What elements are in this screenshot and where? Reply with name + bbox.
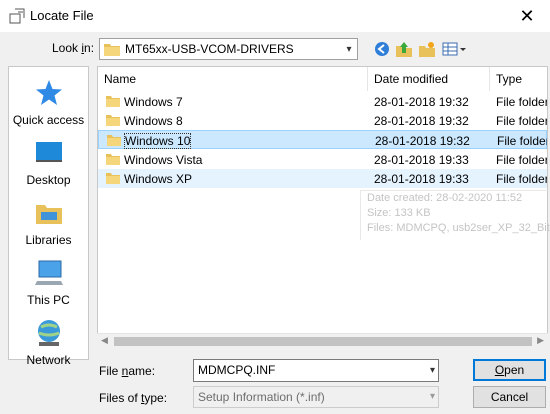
column-header-date[interactable]: Date modified [368, 67, 490, 91]
scrollbar-thumb[interactable] [114, 337, 532, 346]
place-libraries[interactable]: Libraries [9, 197, 88, 247]
file-row-windows-10[interactable]: Windows 10 28-01-2018 19:32 File folder [98, 130, 547, 149]
tooltip-files: Files: MDMCPQ, usb2ser_XP_32_Bit... [367, 222, 550, 234]
network-icon [37, 320, 60, 346]
file-name-value: MDMCPQ.INF [198, 363, 276, 377]
file-date: 28-01-2018 19:32 [375, 134, 470, 148]
cancel-button[interactable]: Cancel [473, 386, 546, 408]
file-name-input[interactable]: MDMCPQ.INF ▾ [193, 359, 439, 382]
libraries-icon [35, 205, 62, 224]
back-button[interactable] [373, 40, 391, 58]
places-bar: Quick access Desktop Libraries This PC N… [8, 66, 89, 367]
open-button-label: Open [494, 363, 525, 377]
open-button[interactable]: Open [473, 359, 546, 381]
folder-icon [106, 96, 120, 107]
file-name: Windows 10 [123, 133, 192, 149]
place-label: This PC [27, 293, 70, 307]
place-this-pc[interactable]: This PC [9, 257, 88, 307]
folder-icon [104, 43, 120, 56]
file-type-label: Files of type: [99, 391, 168, 405]
file-type-select[interactable]: Setup Information (*.inf) ▾ [193, 386, 439, 408]
desktop-icon [35, 142, 62, 162]
horizontal-scrollbar[interactable]: ◀ ▶ [97, 333, 548, 348]
file-row-windows-8[interactable]: Windows 8 28-01-2018 19:32 File folder [98, 111, 547, 130]
file-date: 28-01-2018 19:33 [374, 153, 469, 167]
chevron-down-icon: ▾ [346, 43, 352, 55]
look-in-dropdown[interactable]: MT65xx-USB-VCOM-DRIVERS ▾ [99, 38, 358, 60]
file-name: Windows 8 [124, 114, 183, 128]
view-menu-button[interactable] [442, 40, 468, 58]
star-icon [35, 80, 62, 105]
file-name-label: File name: [99, 364, 156, 378]
chevron-down-icon[interactable]: ▾ [430, 360, 435, 381]
file-name: Windows 7 [124, 95, 183, 109]
file-type: File folder [496, 172, 548, 186]
scroll-right-icon[interactable]: ▶ [537, 335, 544, 346]
place-quick-access[interactable]: Quick access [9, 77, 88, 127]
window-app-icon [9, 8, 25, 24]
file-row-windows-vista[interactable]: Windows Vista 28-01-2018 19:33 File fold… [98, 150, 547, 169]
file-name: Windows XP [124, 172, 193, 186]
tooltip-date-created: Date created: 28-02-2020 11:52 [367, 192, 523, 204]
place-label: Network [26, 353, 71, 367]
file-type: File folder [496, 95, 548, 109]
up-folder-icon [396, 42, 412, 57]
scroll-left-icon[interactable]: ◀ [101, 335, 108, 346]
file-row-windows-7[interactable]: Windows 7 28-01-2018 19:32 File folder [98, 92, 547, 111]
view-menu-icon [442, 42, 466, 56]
file-type: File folder [496, 153, 548, 167]
file-row-windows-xp[interactable]: Windows XP 28-01-2018 19:33 File folder [98, 169, 547, 188]
new-folder-icon [419, 42, 435, 57]
up-folder-button[interactable] [395, 40, 413, 58]
place-label: Quick access [12, 113, 85, 127]
chevron-down-icon: ▾ [429, 391, 435, 402]
folder-icon [107, 135, 121, 146]
look-in-label: Look in: [52, 41, 95, 55]
place-label: Libraries [25, 233, 72, 247]
place-desktop[interactable]: Desktop [9, 137, 88, 187]
file-name: Windows Vista [124, 153, 203, 167]
computer-icon [34, 260, 63, 285]
close-button[interactable]: ✕ [504, 0, 550, 32]
file-type: File folder [497, 134, 548, 148]
file-type: File folder [496, 114, 548, 128]
place-network[interactable]: Network [9, 317, 88, 367]
file-type-value: Setup Information (*.inf) [198, 390, 325, 404]
file-info-tooltip: Date created: 28-02-2020 11:52 Size: 133… [360, 190, 550, 240]
folder-icon [106, 154, 120, 165]
new-folder-button[interactable] [418, 40, 436, 58]
tooltip-size: Size: 133 KB [367, 207, 431, 219]
back-icon [375, 42, 389, 56]
column-header-name[interactable]: Name [98, 67, 368, 91]
title-bar: Locate File ✕ [0, 0, 550, 32]
folder-icon [106, 115, 120, 126]
file-date: 28-01-2018 19:33 [374, 172, 469, 186]
look-in-value: MT65xx-USB-VCOM-DRIVERS [125, 42, 294, 56]
place-label: Desktop [26, 173, 71, 187]
close-icon: ✕ [519, 5, 535, 26]
window-title: Locate File [30, 8, 94, 23]
file-date: 28-01-2018 19:32 [374, 95, 469, 109]
folder-icon [106, 173, 120, 184]
column-header-type[interactable]: Type [490, 67, 547, 91]
file-date: 28-01-2018 19:32 [374, 114, 469, 128]
